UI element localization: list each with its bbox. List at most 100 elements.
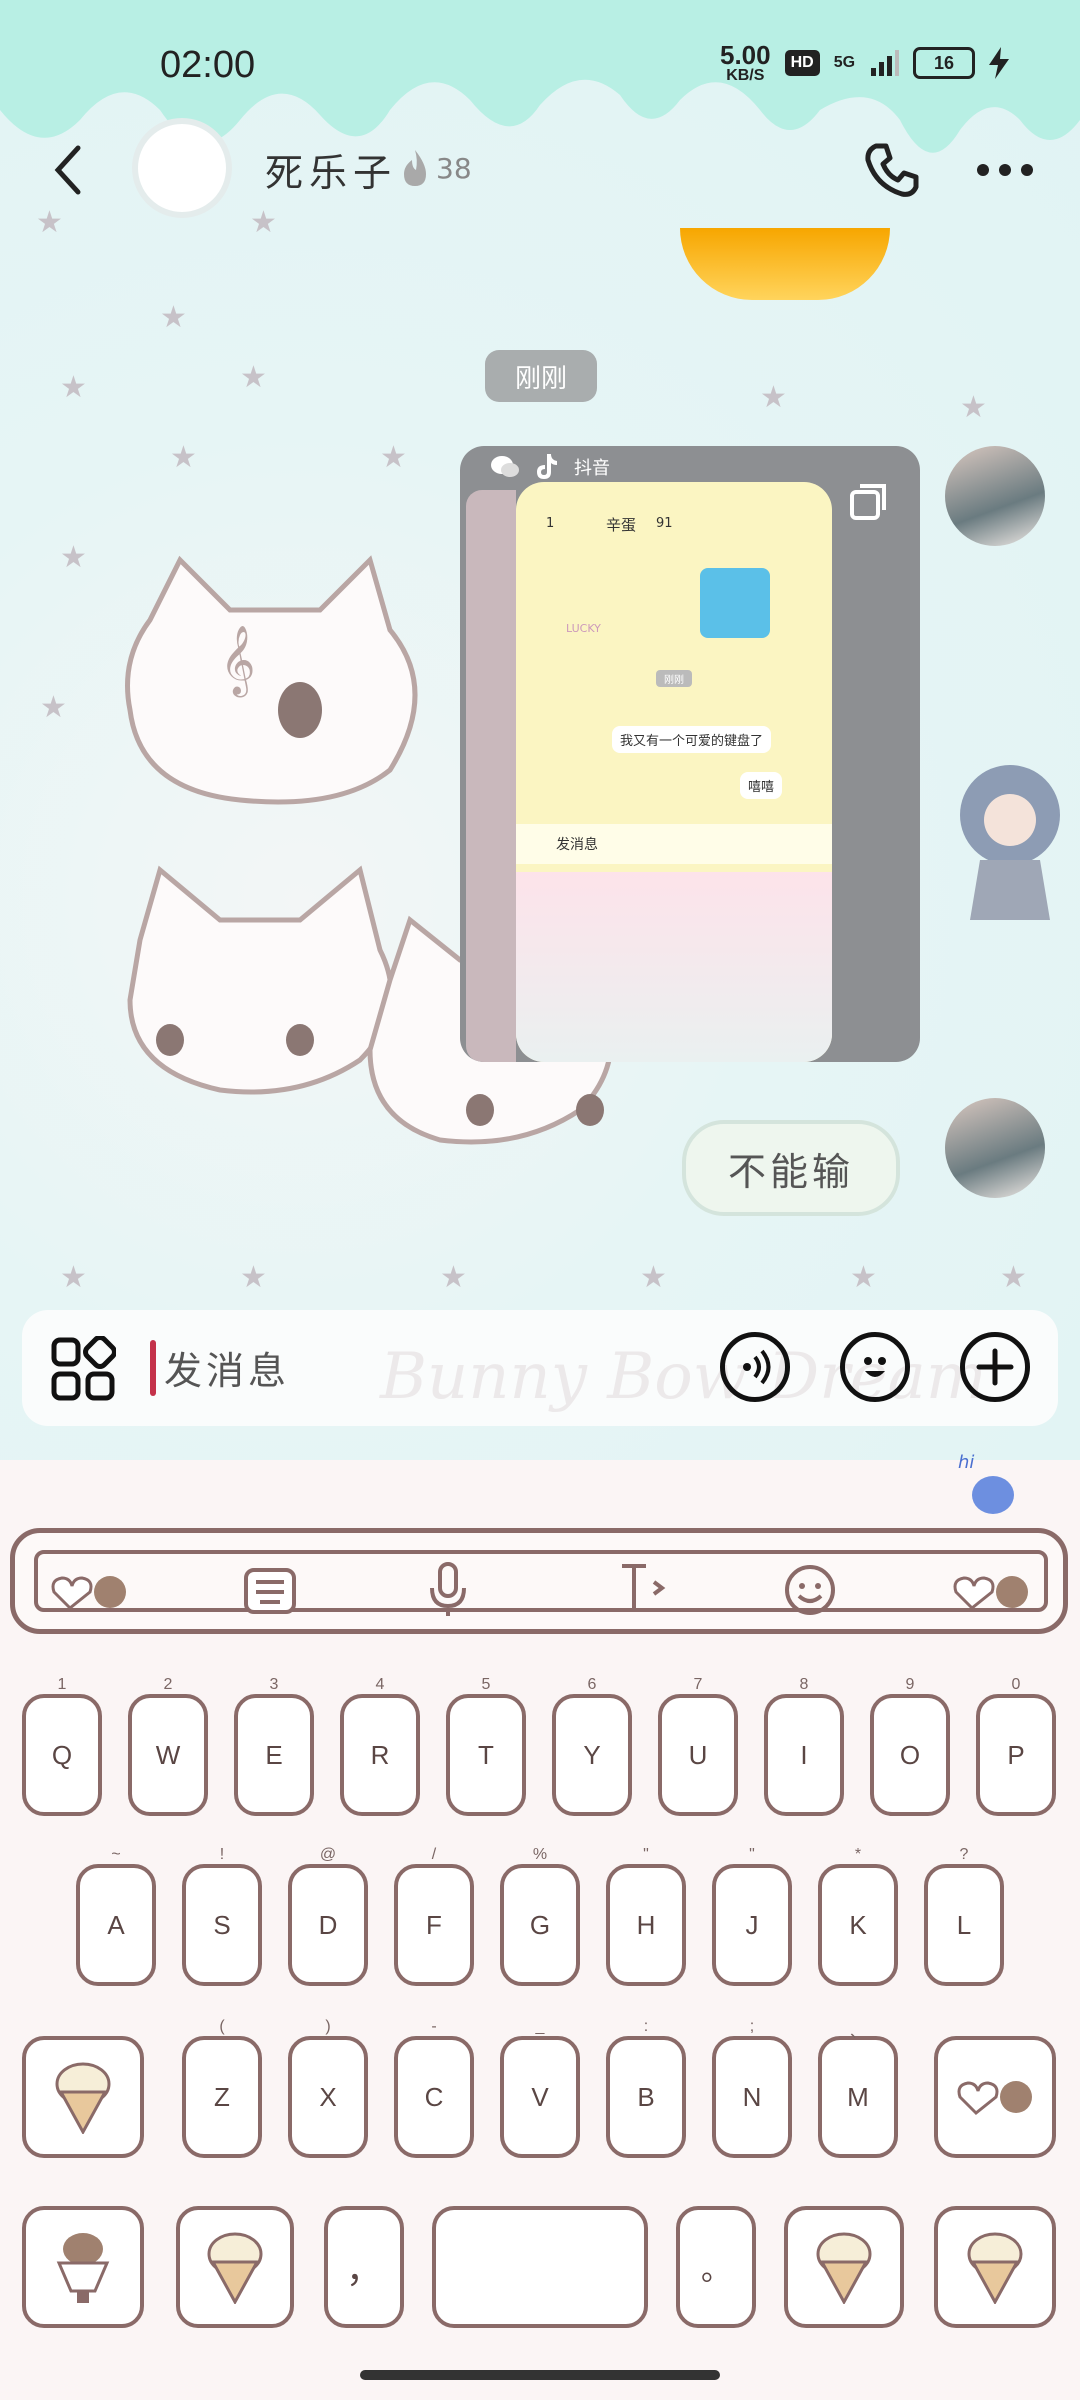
key-secondary-label: " xyxy=(749,1846,755,1863)
star-decoration: ★ xyxy=(36,205,63,240)
message-input[interactable]: 发消息 xyxy=(164,1340,290,1395)
key-h[interactable]: " H xyxy=(606,1846,686,1986)
key-label: Q xyxy=(51,1739,73,1770)
shot-contact-name: 辛蛋 xyxy=(606,516,637,534)
key-x[interactable]: ) X xyxy=(288,2018,368,2158)
multi-image-icon xyxy=(850,484,886,520)
space-key[interactable] xyxy=(432,2206,648,2328)
key-c[interactable]: -C xyxy=(394,2018,474,2158)
key-label: I xyxy=(800,1739,808,1770)
key-d[interactable]: @ D xyxy=(288,1846,368,1986)
key-i[interactable]: 8I xyxy=(764,1676,844,1816)
shift-key[interactable] xyxy=(22,2036,144,2158)
key-secondary-label: 1 xyxy=(57,1676,67,1693)
ime-badge[interactable]: hi xyxy=(958,1452,974,1473)
emoji-icon[interactable] xyxy=(784,1564,836,1616)
contact-avatar[interactable] xyxy=(132,118,232,218)
key-q[interactable]: 1Q xyxy=(22,1676,102,1816)
key-label: O xyxy=(899,1739,921,1770)
shot-message-2: 嘻嘻 xyxy=(740,772,783,799)
key-n[interactable]: ; N xyxy=(712,2018,792,2158)
my-avatar[interactable] xyxy=(945,446,1045,546)
signal-label: 5G xyxy=(833,54,856,71)
key-label: N xyxy=(742,2081,762,2112)
apps-grid-icon[interactable] xyxy=(50,1336,116,1402)
period-key[interactable]: 。 xyxy=(676,2206,756,2328)
my-avatar[interactable] xyxy=(945,1098,1045,1198)
shot-input-placeholder: 发消息 xyxy=(556,837,598,853)
add-button[interactable] xyxy=(960,1332,1030,1402)
key-m[interactable]: 、 M xyxy=(818,2024,898,2158)
key-v[interactable]: _ V xyxy=(500,2018,580,2158)
network-speed: 5.00 KB/S xyxy=(720,42,771,84)
ice-cube-sticker xyxy=(700,568,770,638)
shot-message-1: 我又有一个可爱的键盘了 xyxy=(612,726,772,753)
microphone-icon[interactable] xyxy=(428,1562,468,1618)
key-label: E xyxy=(265,1739,283,1770)
star-decoration: ★ xyxy=(240,360,267,395)
phone-icon[interactable] xyxy=(862,140,922,200)
key-secondary-label: / xyxy=(431,1846,437,1863)
star-decoration: ★ xyxy=(960,390,987,425)
key-w[interactable]: 2W xyxy=(128,1676,208,1816)
keyboard-toolbar-frame xyxy=(34,1550,1048,1612)
star-decoration: ★ xyxy=(60,370,87,405)
text-edit-icon[interactable] xyxy=(616,1562,666,1614)
key-secondary-label: 8 xyxy=(799,1676,809,1693)
shared-screenshot-message[interactable]: 抖音 2 1 辛蛋 91 LUCKY 刚刚 我又有一个可爱的键盘了 嘻嘻 发消息 xyxy=(460,446,920,1062)
chat-streak: 38 xyxy=(400,150,472,186)
enter-key[interactable] xyxy=(934,2206,1056,2328)
key-o[interactable]: 9O xyxy=(870,1676,950,1816)
key-s[interactable]: ! S xyxy=(182,1846,262,1986)
key-secondary-label: 0 xyxy=(1011,1676,1021,1693)
heart-cookie-icon xyxy=(51,1576,126,1611)
sundae-icon xyxy=(56,2233,110,2303)
shot-keyboard xyxy=(516,872,832,1062)
key-b[interactable]: :B xyxy=(606,2018,686,2158)
key-z[interactable]: (Z xyxy=(182,2018,262,2158)
back-icon[interactable] xyxy=(50,144,86,196)
key-j[interactable]: " J xyxy=(712,1846,792,1986)
home-indicator[interactable] xyxy=(360,2370,720,2380)
key-r[interactable]: 4R xyxy=(340,1676,420,1816)
star-decoration: ★ xyxy=(60,1260,87,1295)
key-label: W xyxy=(155,1739,181,1770)
key-g[interactable]: % G xyxy=(500,1846,580,1986)
key-u[interactable]: 7U xyxy=(658,1676,738,1816)
language-key[interactable] xyxy=(784,2206,904,2328)
prev-app-card xyxy=(466,490,516,1062)
keyboard-switch-icon[interactable] xyxy=(244,1568,296,1614)
star-decoration: ★ xyxy=(250,205,277,240)
shared-screenshot-preview: 2 1 辛蛋 91 LUCKY 刚刚 我又有一个可爱的键盘了 嘻嘻 发消息 xyxy=(516,482,832,1062)
voice-button[interactable] xyxy=(720,1332,790,1402)
number-key[interactable] xyxy=(176,2206,294,2328)
key-label: G xyxy=(529,1909,551,1940)
text-cursor xyxy=(150,1340,156,1396)
star-decoration: ★ xyxy=(170,440,197,475)
hd-badge: HD xyxy=(784,50,820,76)
key-secondary-label: " xyxy=(643,1846,649,1863)
key-f[interactable]: / F xyxy=(394,1846,474,1986)
heart-cookie-icon xyxy=(953,1576,1028,1611)
key-label: Y xyxy=(583,1739,601,1770)
ime-mascot-icon[interactable] xyxy=(972,1476,1014,1514)
key-l[interactable]: ? L xyxy=(924,1846,1004,1986)
key-secondary-label: : xyxy=(643,2018,649,2035)
delete-key[interactable] xyxy=(934,2036,1056,2158)
key-secondary-label: 7 xyxy=(693,1676,703,1693)
symbols-key[interactable] xyxy=(22,2206,144,2328)
key-p[interactable]: 0P xyxy=(976,1676,1056,1816)
sticker-message-bubble[interactable]: 不能输 xyxy=(682,1120,900,1216)
svg-text:𝄞: 𝄞 xyxy=(220,625,255,697)
key-k[interactable]: * K xyxy=(818,1846,898,1986)
key-y[interactable]: 6Y xyxy=(552,1676,632,1816)
comma-key[interactable]: ， xyxy=(324,2206,404,2328)
emoji-button[interactable] xyxy=(840,1332,910,1402)
key-t[interactable]: 5T xyxy=(446,1676,526,1816)
contact-name[interactable]: 死乐子 xyxy=(265,142,397,197)
star-decoration: ★ xyxy=(850,1260,877,1295)
more-icon[interactable] xyxy=(975,162,1035,178)
key-e[interactable]: 3E xyxy=(234,1676,314,1816)
comma-label: ， xyxy=(345,2249,382,2290)
key-a[interactable]: ~ A xyxy=(76,1846,156,1986)
